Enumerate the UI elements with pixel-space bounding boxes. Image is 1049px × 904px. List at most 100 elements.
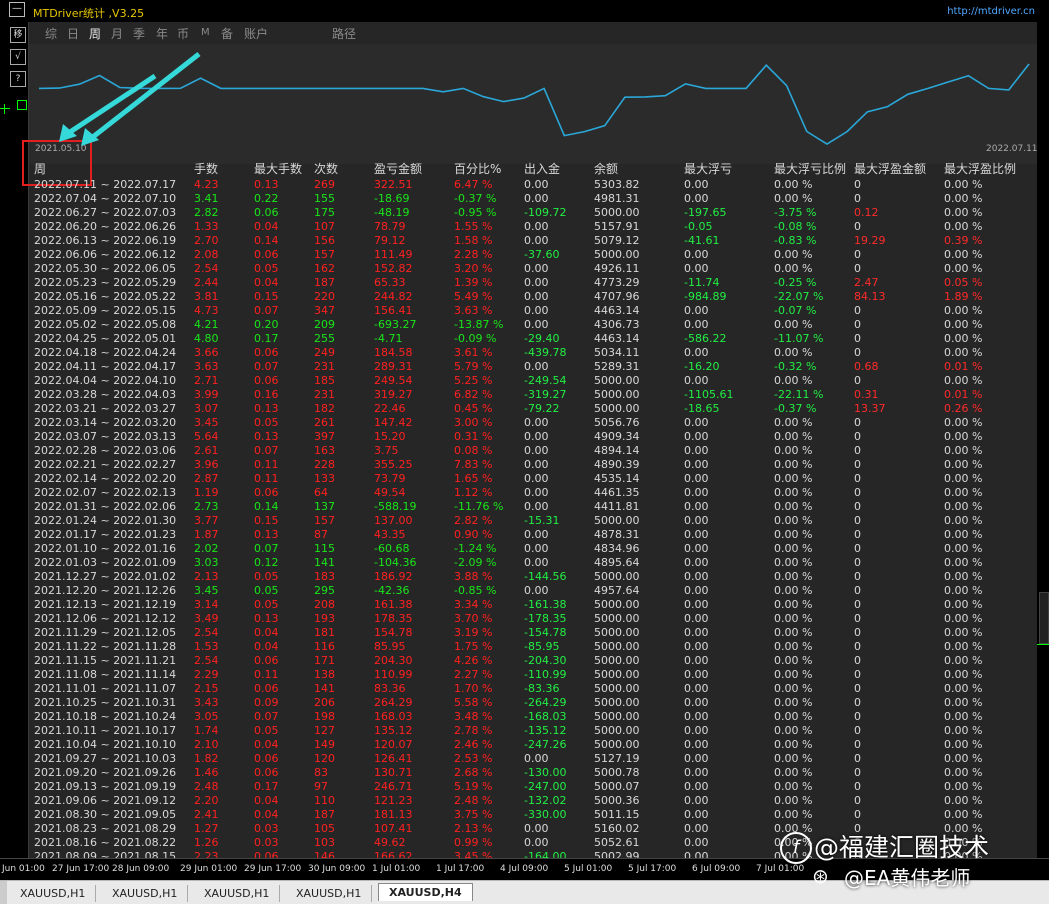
column-header-2[interactable]: 最大手数 bbox=[254, 160, 302, 177]
cell-pnl: 126.41 bbox=[374, 752, 413, 765]
symbol-tab-4[interactable]: XAUUSD,H4 bbox=[378, 883, 473, 901]
cell-pnl: 156.41 bbox=[374, 304, 413, 317]
cell-maxfp: 0 bbox=[854, 304, 861, 317]
cell-pnl: 79.12 bbox=[374, 234, 406, 247]
time-axis-label: 1 Jul 17:00 bbox=[436, 864, 485, 874]
cell-flow: 0.00 bbox=[524, 500, 549, 513]
cell-maxddp: 0.00 % bbox=[774, 472, 813, 485]
cell-maxfp: 0 bbox=[854, 710, 861, 723]
cell-pct: 3.75 % bbox=[454, 808, 493, 821]
cell-maxlots: 0.20 bbox=[254, 318, 279, 331]
column-header-5[interactable]: 百分比% bbox=[454, 160, 501, 177]
green-line-icon bbox=[0, 108, 10, 109]
tab-9[interactable]: 账户 bbox=[244, 25, 268, 42]
cell-maxfpp: 0.00 % bbox=[944, 332, 983, 345]
column-header-10[interactable]: 最大浮盈金额 bbox=[854, 160, 926, 177]
cell-maxdd: 0.00 bbox=[684, 598, 709, 611]
time-axis-label: 27 Jun 17:00 bbox=[52, 864, 110, 874]
cell-pct: 2.68 % bbox=[454, 766, 493, 779]
column-header-8[interactable]: 最大浮亏 bbox=[684, 160, 732, 177]
column-header-7[interactable]: 余额 bbox=[594, 160, 618, 177]
cell-pct: 0.99 % bbox=[454, 836, 493, 849]
symbol-tab-0[interactable]: XAUUSD,H1 bbox=[10, 885, 97, 902]
column-header-1[interactable]: 手数 bbox=[194, 160, 218, 177]
cell-maxfpp: 0.00 % bbox=[944, 766, 983, 779]
cell-lots: 2.54 bbox=[194, 654, 219, 667]
cell-bal: 4957.64 bbox=[594, 584, 640, 597]
cell-maxfpp: 0.00 % bbox=[944, 500, 983, 513]
cell-lots: 2.71 bbox=[194, 374, 219, 387]
check-button[interactable]: √ bbox=[10, 49, 26, 65]
minimize-button[interactable]: — bbox=[9, 2, 25, 17]
cell-lots: 2.54 bbox=[194, 626, 219, 639]
cell-maxfp: 0.68 bbox=[854, 360, 879, 373]
tab-7[interactable]: M bbox=[201, 27, 210, 38]
cell-maxlots: 0.04 bbox=[254, 738, 279, 751]
cell-maxlots: 0.05 bbox=[254, 570, 279, 583]
cell-maxfp: 0 bbox=[854, 318, 861, 331]
tab-3[interactable]: 月 bbox=[111, 25, 123, 42]
equity-chart: 2021.05.10 2022.07.11 bbox=[22, 44, 1038, 186]
tab-1[interactable]: 日 bbox=[67, 25, 79, 42]
cell-pnl: 319.27 bbox=[374, 388, 413, 401]
cell-flow: -204.30 bbox=[524, 654, 567, 667]
cell-maxlots: 0.06 bbox=[254, 206, 279, 219]
cell-maxlots: 0.13 bbox=[254, 402, 279, 415]
symbol-tab-2[interactable]: XAUUSD,H1 bbox=[194, 885, 281, 902]
column-header-9[interactable]: 最大浮亏比例 bbox=[774, 160, 846, 177]
cell-maxfpp: 0.00 % bbox=[944, 304, 983, 317]
tab-8[interactable]: 备 bbox=[221, 25, 233, 42]
cell-week: 2022.05.30 ~ 2022.06.05 bbox=[34, 262, 177, 275]
cell-bal: 5056.76 bbox=[594, 416, 640, 429]
symbol-tab-3[interactable]: XAUUSD,H1 bbox=[286, 885, 373, 902]
cell-count: 231 bbox=[314, 360, 335, 373]
tab-0[interactable]: 综 bbox=[45, 25, 57, 42]
tab-2[interactable]: 周 bbox=[89, 25, 101, 42]
cell-lots: 2.87 bbox=[194, 472, 219, 485]
cell-maxfp: 0 bbox=[854, 486, 861, 499]
tab-5[interactable]: 年 bbox=[156, 25, 168, 42]
cell-bal: 5000.00 bbox=[594, 374, 640, 387]
cell-maxdd: 0.00 bbox=[684, 766, 709, 779]
scrollbar-thumb[interactable] bbox=[1039, 592, 1049, 644]
cell-maxdd: -1105.61 bbox=[684, 388, 734, 401]
app-url-link[interactable]: http://mtdriver.cn bbox=[947, 6, 1035, 17]
column-header-4[interactable]: 盈亏金额 bbox=[374, 160, 422, 177]
cell-pnl: 147.42 bbox=[374, 416, 413, 429]
cell-maxfpp: 0.00 % bbox=[944, 318, 983, 331]
column-header-11[interactable]: 最大浮盈比例 bbox=[944, 160, 1016, 177]
tab-10[interactable]: 路径 bbox=[332, 25, 356, 42]
cell-maxfpp: 0.00 % bbox=[944, 486, 983, 499]
cell-flow: 0.00 bbox=[524, 556, 549, 569]
cell-maxfp: 0 bbox=[854, 220, 861, 233]
cell-lots: 2.08 bbox=[194, 248, 219, 261]
cell-flow: -144.56 bbox=[524, 570, 567, 583]
cell-maxfpp: 0.00 % bbox=[944, 528, 983, 541]
column-header-0[interactable]: 周 bbox=[34, 160, 46, 177]
cell-bal: 5160.02 bbox=[594, 822, 640, 835]
cell-week: 2022.04.11 ~ 2022.04.17 bbox=[34, 360, 177, 373]
tab-4[interactable]: 季 bbox=[133, 25, 145, 42]
cell-maxdd: 0.00 bbox=[684, 668, 709, 681]
cell-count: 182 bbox=[314, 402, 335, 415]
cell-lots: 2.48 bbox=[194, 780, 219, 793]
cell-pnl: 289.31 bbox=[374, 360, 413, 373]
cell-week: 2022.04.18 ~ 2022.04.24 bbox=[34, 346, 177, 359]
tab-6[interactable]: 币 bbox=[177, 25, 189, 42]
cell-pnl: 49.54 bbox=[374, 486, 406, 499]
cell-maxddp: 0.00 % bbox=[774, 584, 813, 597]
cell-week: 2022.07.04 ~ 2022.07.10 bbox=[34, 192, 177, 205]
help-button[interactable]: ? bbox=[10, 71, 26, 87]
cell-flow: 0.00 bbox=[524, 430, 549, 443]
column-header-3[interactable]: 次数 bbox=[314, 160, 338, 177]
cell-pnl: 107.41 bbox=[374, 822, 413, 835]
cell-maxfp: 0 bbox=[854, 178, 861, 191]
symbol-tab-1[interactable]: XAUUSD,H1 bbox=[102, 885, 189, 902]
cell-flow: -85.95 bbox=[524, 640, 560, 653]
cell-bal: 5000.00 bbox=[594, 570, 640, 583]
cell-maxddp: 0.00 % bbox=[774, 794, 813, 807]
move-button[interactable]: 移 bbox=[10, 27, 26, 43]
cell-maxlots: 0.15 bbox=[254, 290, 279, 303]
column-header-6[interactable]: 出入金 bbox=[524, 160, 560, 177]
cell-maxddp: 0.00 % bbox=[774, 458, 813, 471]
